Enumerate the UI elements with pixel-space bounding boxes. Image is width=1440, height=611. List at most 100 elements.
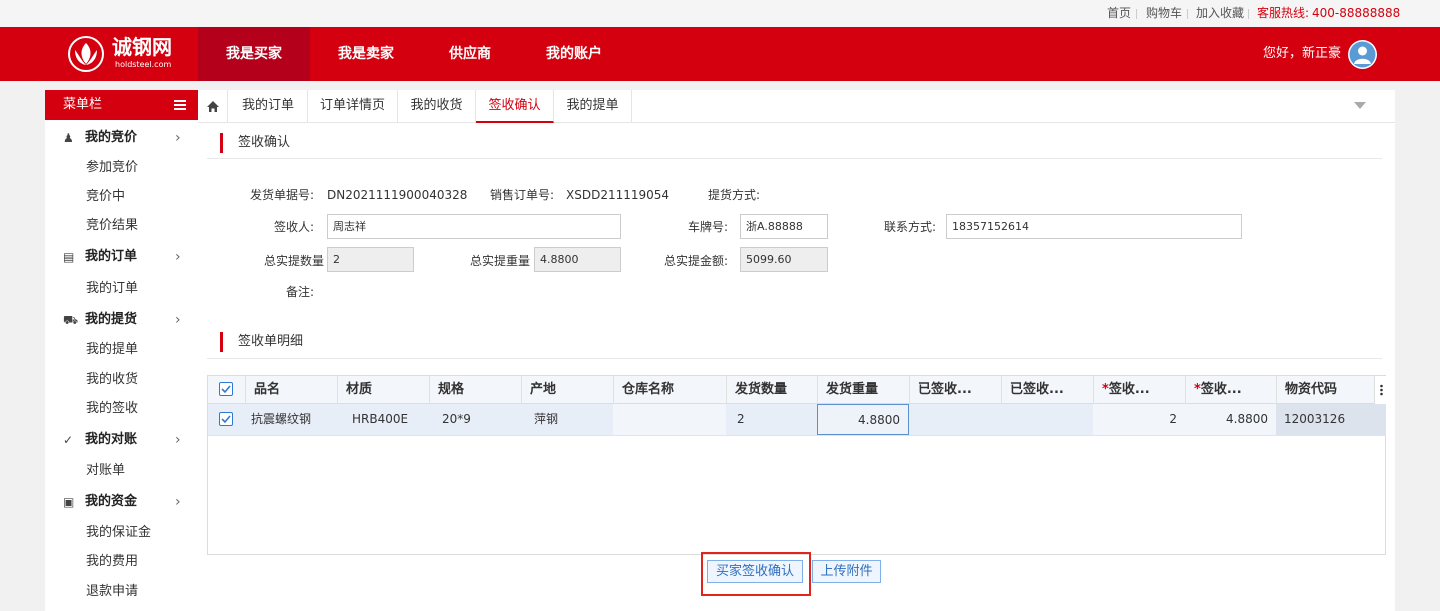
column-header-signed-qty[interactable]: 已签收... (909, 376, 1001, 404)
nav-supplier[interactable]: 供应商 (422, 27, 518, 81)
upload-attachment-button[interactable]: 上传附件 (812, 560, 881, 583)
column-header-sign-weight[interactable]: *签收... (1185, 376, 1276, 404)
cell-material: HRB400E (352, 412, 409, 426)
nav-buyer[interactable]: 我是买家 (198, 27, 310, 81)
column-header-name[interactable]: 品名 (245, 376, 337, 404)
sidebar-item-my-signoffs[interactable]: 我的签收 (86, 395, 138, 423)
sidebar-item-bid-results[interactable]: 竞价结果 (86, 212, 138, 240)
column-header-ship-qty[interactable]: 发货数量 (726, 376, 817, 404)
sidebar-group-label: 我的提货 (85, 312, 138, 327)
separator (1248, 9, 1249, 19)
sales-order-value: XSDD211119054 (566, 188, 670, 202)
cell-sign-weight[interactable]: 4.8800 (1185, 404, 1276, 435)
section-title-sign-confirm: 签收确认 (220, 133, 290, 153)
sidebar-group-funds[interactable]: ▣ 我的资金 › (45, 487, 198, 517)
section-title-detail: 签收单明细 (220, 332, 303, 352)
sidebar-header: 菜单栏 (45, 90, 198, 120)
tab-my-receipts[interactable]: 我的收货 (398, 90, 476, 123)
brand-logo-icon[interactable] (66, 35, 106, 73)
cell-signed-qty (909, 404, 1001, 435)
nav-seller[interactable]: 我是卖家 (310, 27, 422, 81)
tab-sign-confirm[interactable]: 签收确认 (476, 90, 554, 123)
more-vertical-icon (1380, 384, 1383, 396)
pickup-method-label: 提货方式: (707, 188, 760, 202)
table-row[interactable]: 抗震螺纹钢 HRB400E 20*9 萍钢 2 4.8800 2 4.8800 … (208, 404, 1386, 436)
chevron-right-icon: › (175, 432, 181, 448)
sidebar-item-deposit[interactable]: 我的保证金 (86, 519, 151, 547)
column-header-sign-qty[interactable]: *签收... (1093, 376, 1185, 404)
sidebar-item-my-receipts[interactable]: 我的收货 (86, 366, 138, 394)
sidebar-group-label: 我的订单 (85, 249, 138, 264)
home-tab[interactable] (198, 90, 228, 123)
separator (1136, 9, 1137, 19)
chevron-right-icon: › (175, 494, 181, 510)
cart-link[interactable]: 购物车 (1146, 0, 1182, 27)
plate-input[interactable]: 浙A.88888 (740, 214, 828, 239)
tab-order-detail[interactable]: 订单详情页 (308, 90, 398, 123)
auction-icon: ♟ (63, 131, 74, 145)
sidebar-item-my-orders[interactable]: 我的订单 (86, 275, 138, 303)
sidebar-item-statement[interactable]: 对账单 (86, 457, 125, 485)
sidebar-item-fees[interactable]: 我的费用 (86, 548, 138, 576)
receiver-input[interactable]: 周志祥 (327, 214, 621, 239)
plate-label: 车牌号: (687, 220, 728, 234)
select-all-checkbox[interactable] (219, 382, 233, 396)
sidebar-group-orders[interactable]: ▤ 我的订单 › (45, 242, 198, 272)
cell-warehouse (613, 404, 726, 435)
sidebar-group-label: 我的资金 (85, 494, 138, 509)
cell-origin: 萍钢 (534, 412, 559, 426)
column-header-spec[interactable]: 规格 (429, 376, 521, 404)
sidebar-group-bidding[interactable]: ♟ 我的竞价 › (45, 123, 198, 153)
delivery-no-value: DN2021111900040328 (327, 188, 468, 202)
detail-grid: 品名 材质 规格 产地 仓库名称 发货数量 发货重量 已签收... 已签收...… (207, 375, 1387, 555)
column-header-origin[interactable]: 产地 (521, 376, 613, 404)
divider (207, 158, 1382, 159)
column-header-material[interactable]: 材质 (337, 376, 429, 404)
home-link[interactable]: 首页 (1107, 0, 1131, 27)
nav-my-account[interactable]: 我的账户 (518, 27, 630, 81)
remark-label: 备注: (285, 285, 314, 299)
brand-logo-text: 诚钢网 (112, 35, 172, 59)
sidebar-item-my-bills[interactable]: 我的提单 (86, 336, 138, 364)
sidebar-group-pickup[interactable]: ⛟ 我的提货 › (45, 305, 198, 335)
cell-ship-weight[interactable]: 4.8800 (817, 404, 909, 435)
sidebar-item-join-bidding[interactable]: 参加竞价 (86, 154, 138, 182)
column-header-ship-weight[interactable]: 发货重量 (817, 376, 909, 404)
checkmark-icon (221, 385, 231, 394)
home-icon (207, 101, 219, 112)
column-header-material-code[interactable]: 物资代码 (1276, 376, 1374, 404)
grid-header: 品名 材质 规格 产地 仓库名称 发货数量 发货重量 已签收... 已签收...… (208, 376, 1374, 404)
wallet-icon: ▣ (63, 495, 75, 509)
document-icon: ▤ (63, 250, 75, 264)
buyer-sign-confirm-button[interactable]: 买家签收确认 (707, 560, 803, 583)
delivery-no-label: 发货单据号: (249, 188, 314, 202)
sidebar-item-refund[interactable]: 退款申请 (86, 578, 138, 606)
column-header-warehouse[interactable]: 仓库名称 (613, 376, 726, 404)
cell-ship-qty: 2 (737, 412, 745, 426)
row-checkbox[interactable] (219, 412, 233, 426)
chevron-right-icon: › (175, 130, 181, 146)
separator (1187, 9, 1188, 19)
favorite-link[interactable]: 加入收藏 (1196, 0, 1244, 27)
tab-my-bills[interactable]: 我的提单 (554, 90, 632, 123)
sales-order-label: 销售订单号: (489, 188, 554, 202)
checkmark-icon (221, 415, 231, 424)
sidebar-group-label: 我的对账 (85, 432, 138, 447)
contact-label: 联系方式: (883, 220, 936, 234)
tab-my-orders[interactable]: 我的订单 (229, 90, 308, 123)
contact-input[interactable]: 18357152614 (946, 214, 1242, 239)
check-circle-icon: ✓ (63, 433, 74, 447)
cell-name: 抗震螺纹钢 (251, 412, 312, 426)
column-header-signed-weight[interactable]: 已签收... (1001, 376, 1093, 404)
cell-signed-weight (1001, 404, 1093, 435)
cell-sign-qty[interactable]: 2 (1093, 404, 1185, 435)
hotline-number: 400-88888888 (1312, 6, 1401, 20)
column-options-button[interactable] (1374, 376, 1387, 404)
sidebar-group-reconciliation[interactable]: ✓ 我的对账 › (45, 425, 198, 455)
tabs-dropdown-icon[interactable] (1354, 102, 1366, 109)
total-weight-field: 4.8800 (534, 247, 621, 272)
hotline-label: 客服热线: (1257, 6, 1310, 20)
user-avatar[interactable] (1348, 40, 1377, 69)
menu-toggle-icon[interactable] (174, 100, 186, 110)
sidebar-item-bidding[interactable]: 竞价中 (86, 183, 125, 211)
